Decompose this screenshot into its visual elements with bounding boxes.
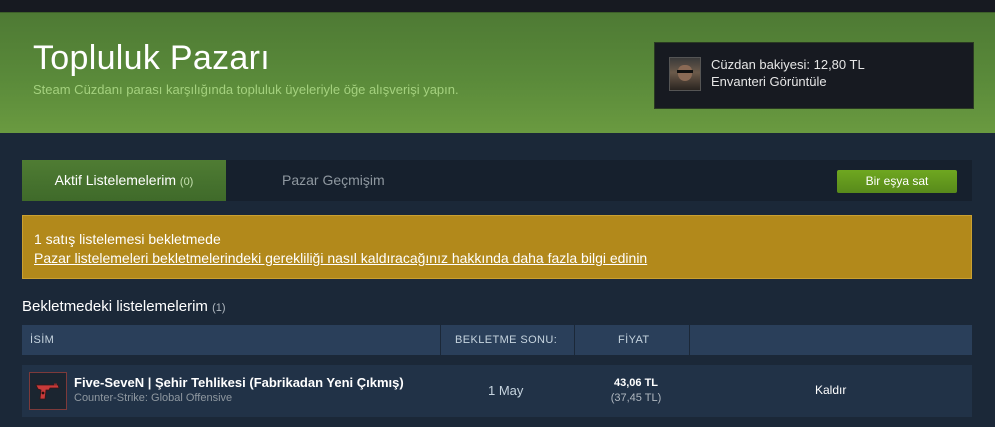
tab-active-listings-label: Aktif Listelemelerim [54, 172, 177, 188]
sell-item-button[interactable]: Bir eşya sat [837, 170, 957, 193]
hold-notice: 1 satış listelemesi bekletmede Pazar lis… [22, 215, 972, 279]
page-subtitle: Steam Cüzdanı parası karşılığında toplul… [33, 82, 459, 97]
header-name: İSİM [30, 334, 55, 346]
section-title-label: Bekletmedeki listelemelerim [22, 298, 208, 315]
page-title: Topluluk Pazarı [33, 39, 270, 77]
item-name[interactable]: Five-SeveN | Şehir Tehlikesi (Fabrikadan… [74, 375, 404, 390]
section-title: Bekletmedeki listelemelerim (1) [22, 298, 226, 315]
header-hold-end: BEKLETME SONU: [455, 334, 558, 346]
item-price-received: (37,45 TL) [610, 392, 662, 404]
avatar-glasses [677, 70, 693, 73]
hold-notice-text: 1 satış listelemesi bekletmede [34, 231, 221, 247]
wallet-panel: Cüzdan bakiyesi: 12,80 TL Envanteri Görü… [654, 42, 974, 109]
tab-market-history[interactable]: Pazar Geçmişim [282, 160, 385, 201]
header-price: FİYAT [618, 334, 650, 346]
header-divider [689, 325, 690, 355]
top-strip [0, 0, 995, 12]
item-game: Counter-Strike: Global Offensive [74, 392, 233, 404]
item-price: 43,06 TL [613, 377, 659, 389]
section-count: (1) [212, 302, 226, 314]
table-row: Five-SeveN | Şehir Tehlikesi (Fabrikadan… [22, 365, 972, 417]
tab-active-listings[interactable]: Aktif Listelemelerim (0) [22, 160, 226, 201]
market-tabs: Aktif Listelemelerim (0) Pazar Geçmişim … [22, 160, 972, 201]
tab-active-listings-count: (0) [179, 176, 194, 188]
table-header: İSİM BEKLETME SONU: FİYAT [22, 325, 972, 355]
market-banner: Topluluk Pazarı Steam Cüzdanı parası kar… [0, 12, 995, 133]
header-divider [440, 325, 441, 355]
hold-end-date: 1 May [488, 383, 524, 398]
remove-listing-button[interactable]: Kaldır [815, 383, 846, 397]
avatar[interactable] [669, 57, 701, 91]
hold-info-link[interactable]: Pazar listelemeleri bekletmelerindeki ge… [34, 250, 647, 266]
pistol-icon [35, 383, 60, 400]
avatar-face [678, 65, 692, 81]
view-inventory-link[interactable]: Envanteri Görüntüle [711, 74, 827, 89]
header-divider [574, 325, 575, 355]
wallet-balance: Cüzdan bakiyesi: 12,80 TL [711, 57, 865, 72]
item-image[interactable] [29, 372, 67, 410]
